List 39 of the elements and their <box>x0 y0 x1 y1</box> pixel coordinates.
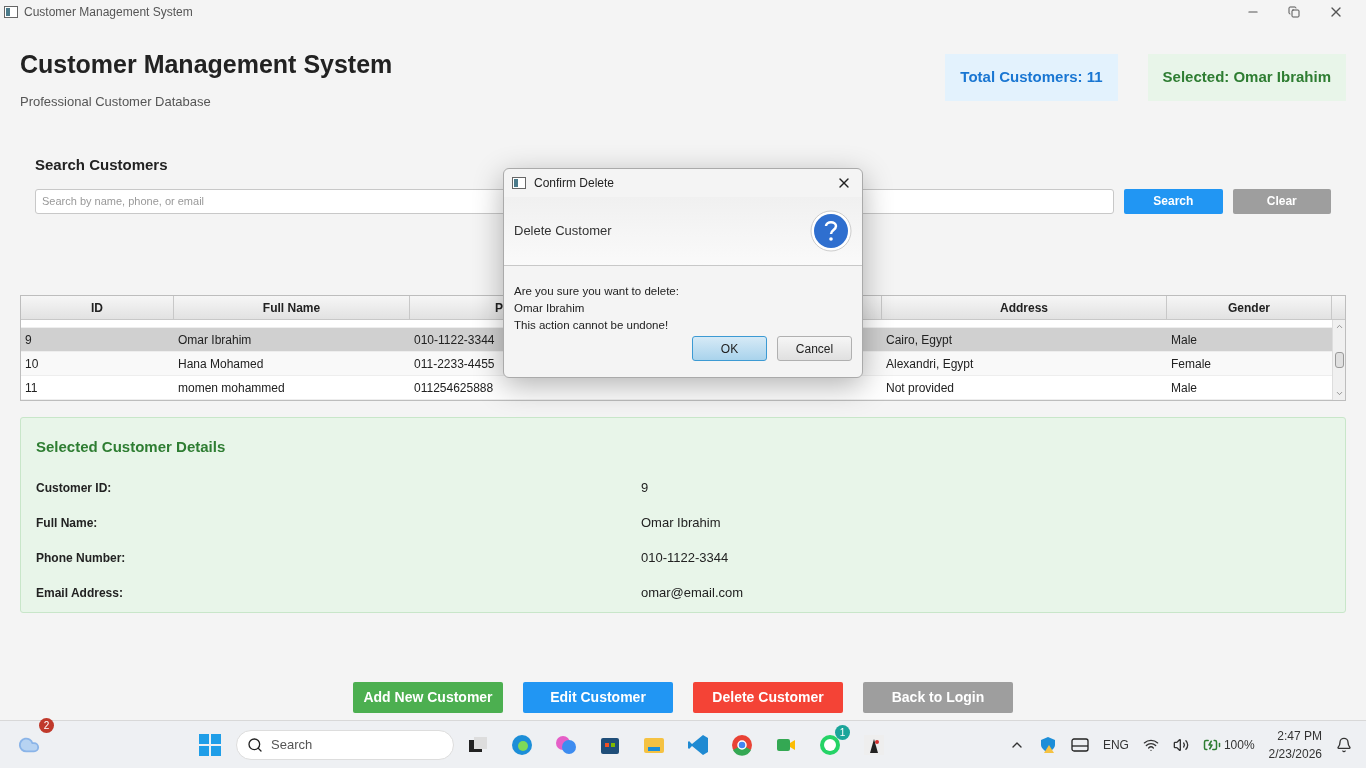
field-label: Customer ID: <box>36 480 113 497</box>
field-value: omar@email.com <box>641 584 744 603</box>
table-cell-text: Cairo, Egypt <box>885 331 954 349</box>
total-customers-badge: Total Customers: 11 <box>945 54 1118 101</box>
selected-customer-badge: Selected: Omar Ibrahim <box>1147 54 1346 101</box>
window-title: Customer Management System <box>24 4 193 21</box>
dialog-message-line: This action cannot be undone! <box>514 318 670 333</box>
page-title: Customer Management System <box>20 49 393 80</box>
table-cell-text: Male <box>1170 379 1198 397</box>
notification-badge: 1 <box>835 724 850 740</box>
table-cell-text: Not provided <box>885 379 956 397</box>
table-cell-text: Male <box>1170 331 1198 349</box>
search-heading: Search Customers <box>35 155 169 175</box>
table-cell-text: 9 <box>24 331 33 349</box>
dialog-heading: Delete Customer <box>514 222 612 241</box>
table-cell-text: 011-2233-4455 <box>413 355 496 373</box>
field-value: 010-1122-3344 <box>641 549 729 568</box>
dialog-title: Confirm Delete <box>534 175 615 192</box>
field-label: Phone Number: <box>36 550 127 567</box>
table-cell-text: Alexandri, Egypt <box>885 355 975 373</box>
table-cell-text: 11 <box>24 379 39 397</box>
field-value: 9 <box>641 479 649 498</box>
field-label: Full Name: <box>36 515 99 532</box>
page-subtitle: Professional Customer Database <box>20 92 212 111</box>
table-cell-text: Hana Mohamed <box>177 355 265 373</box>
table-cell-text: momen mohammed <box>177 379 286 397</box>
details-heading: Selected Customer Details <box>36 437 227 457</box>
table-cell-text: Female <box>1170 355 1212 373</box>
notification-badge: 2 <box>39 717 54 733</box>
field-value: Omar Ibrahim <box>641 514 721 533</box>
table-cell-text: 010-1122-3344 <box>413 331 496 349</box>
battery-percentage: 100% <box>1223 736 1255 754</box>
table-cell-text: 011254625888 <box>413 379 495 397</box>
table-cell-text: Omar Ibrahim <box>177 331 253 349</box>
taskbar-search-placeholder: Search <box>271 735 313 754</box>
dialog-message-line: Omar Ibrahim <box>514 301 586 316</box>
table-cell-text: 10 <box>24 355 40 373</box>
dialog-message-line: Are you sure you want to delete: <box>514 284 680 299</box>
field-label: Email Address: <box>36 585 124 602</box>
